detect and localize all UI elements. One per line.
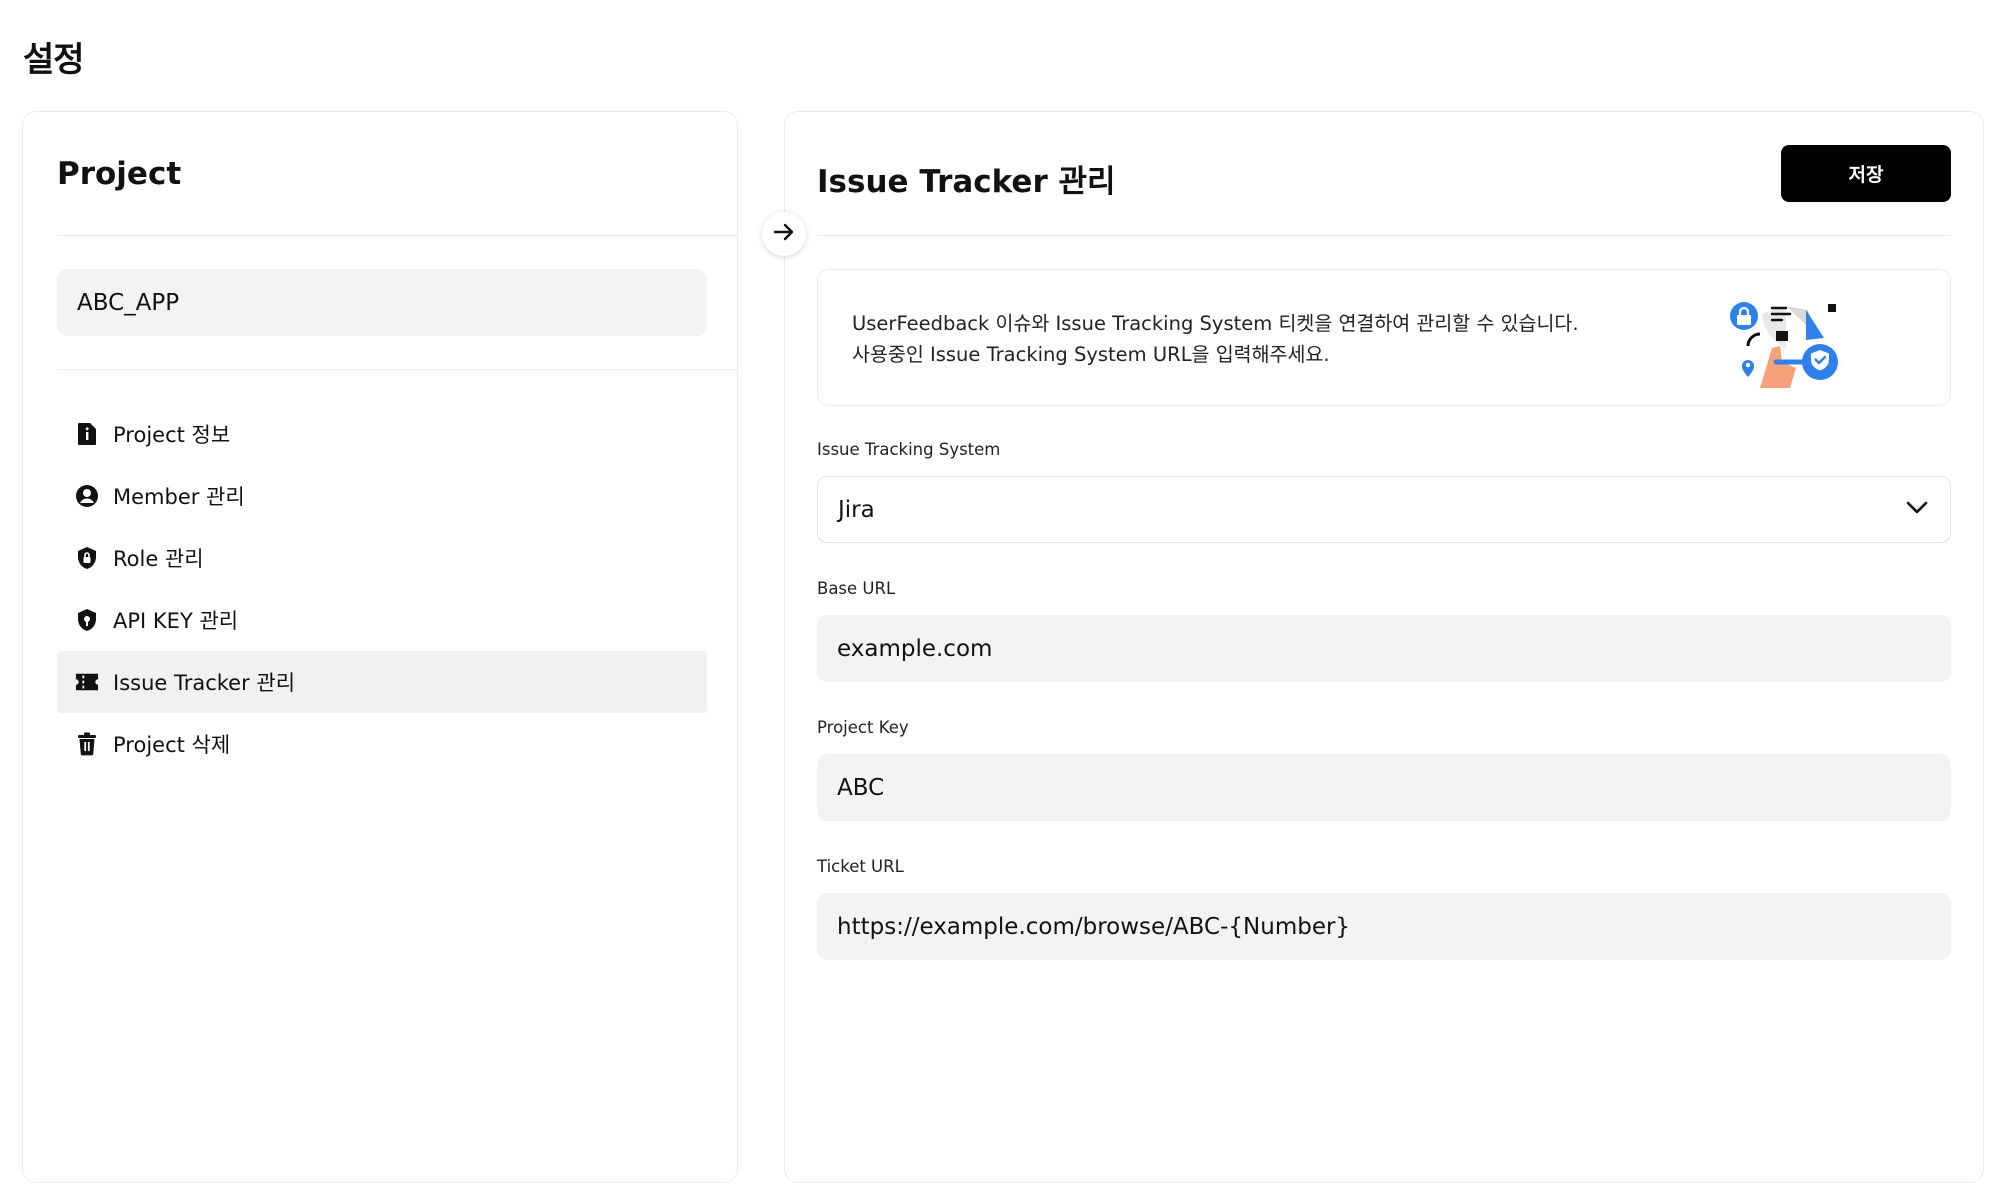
chevron-down-icon	[1904, 494, 1930, 526]
base-url-value: example.com	[837, 635, 993, 662]
menu-item-api-key[interactable]: API KEY 관리	[57, 589, 707, 651]
ticket-url-value: https://example.com/browse/ABC-{Number}	[837, 913, 1351, 940]
project-selector-value: ABC_APP	[77, 289, 180, 316]
menu-item-role[interactable]: Role 관리	[57, 527, 707, 589]
divider	[817, 235, 1951, 236]
menu-item-label: Project 삭제	[113, 733, 231, 757]
settings-menu: Project 정보 Member 관리 Role 관리 API KEY 관리 …	[57, 403, 707, 775]
issue-tracker-panel: Issue Tracker 관리 저장 UserFeedback 이슈와 Iss…	[784, 111, 1984, 1183]
project-key-input[interactable]: ABC	[817, 754, 1951, 821]
menu-item-member[interactable]: Member 관리	[57, 465, 707, 527]
issue-tracker-title: Issue Tracker 관리	[817, 164, 1116, 200]
info-doc-icon	[75, 422, 99, 446]
base-url-label: Base URL	[817, 579, 896, 598]
save-button[interactable]: 저장	[1781, 145, 1951, 202]
project-selector[interactable]: ABC_APP	[57, 269, 707, 336]
menu-item-label: API KEY 관리	[113, 609, 239, 633]
security-illustration-icon	[1720, 288, 1850, 394]
page-title: 설정	[23, 40, 85, 80]
menu-item-project-info[interactable]: Project 정보	[57, 403, 707, 465]
project-key-value: ABC	[837, 774, 885, 801]
shield-key-icon	[75, 608, 99, 632]
its-select[interactable]: Jira	[817, 476, 1951, 543]
menu-item-delete-project[interactable]: Project 삭제	[57, 713, 707, 775]
collapse-toggle-button[interactable]	[762, 212, 806, 256]
menu-item-issue-tracker[interactable]: Issue Tracker 관리	[57, 651, 707, 713]
menu-item-label: Member 관리	[113, 485, 245, 509]
menu-item-label: Issue Tracker 관리	[113, 671, 296, 695]
divider	[57, 235, 739, 236]
info-banner: UserFeedback 이슈와 Issue Tracking System 티…	[817, 269, 1951, 406]
arrow-right-icon	[772, 220, 796, 248]
ticket-icon	[75, 670, 99, 694]
divider	[57, 369, 739, 370]
project-key-label: Project Key	[817, 718, 909, 737]
trash-icon	[75, 732, 99, 756]
shield-lock-icon	[75, 546, 99, 570]
base-url-input[interactable]: example.com	[817, 615, 1951, 682]
its-select-value: Jira	[838, 496, 875, 523]
its-label: Issue Tracking System	[817, 440, 1001, 459]
ticket-url-label: Ticket URL	[817, 857, 904, 876]
menu-item-label: Role 관리	[113, 547, 204, 571]
user-circle-icon	[75, 484, 99, 508]
menu-item-label: Project 정보	[113, 423, 231, 447]
project-panel: Project ABC_APP Project 정보 Member 관리 Rol…	[22, 111, 739, 1183]
ticket-url-input[interactable]: https://example.com/browse/ABC-{Number}	[817, 893, 1951, 960]
project-panel-title: Project	[57, 156, 182, 192]
